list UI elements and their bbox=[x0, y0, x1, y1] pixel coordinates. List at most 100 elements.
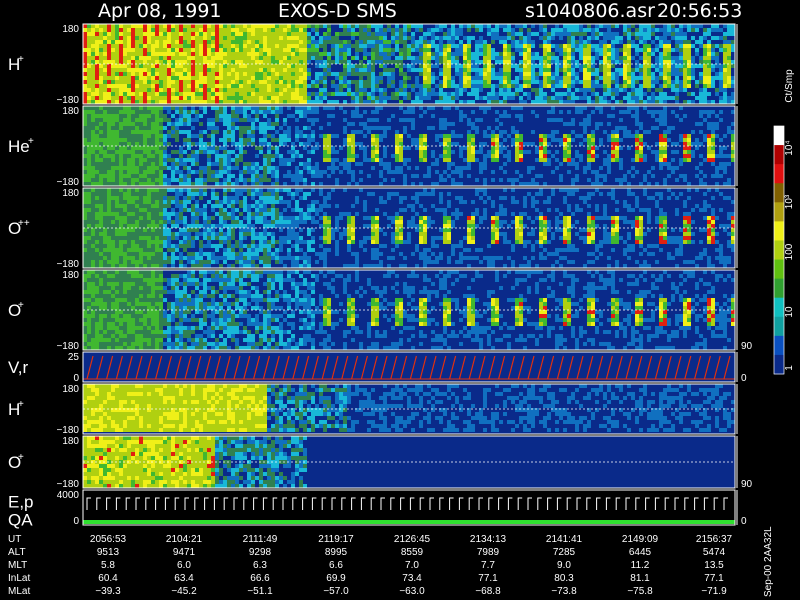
cell bbox=[83, 142, 87, 146]
cell bbox=[635, 92, 639, 96]
cell bbox=[507, 96, 511, 100]
cell bbox=[211, 146, 215, 150]
cell bbox=[255, 178, 259, 182]
cell bbox=[363, 126, 367, 130]
cell bbox=[267, 166, 271, 170]
cell bbox=[435, 138, 439, 142]
cell bbox=[155, 96, 159, 100]
cell bbox=[215, 48, 219, 52]
cell bbox=[471, 52, 475, 56]
cell bbox=[719, 84, 723, 88]
cell bbox=[143, 256, 147, 260]
cell bbox=[623, 88, 627, 92]
cell bbox=[119, 88, 123, 92]
cell bbox=[587, 76, 591, 80]
cell bbox=[119, 174, 123, 178]
cell bbox=[575, 88, 579, 92]
cell bbox=[371, 72, 375, 76]
cell bbox=[299, 80, 303, 84]
cell bbox=[459, 146, 463, 150]
cell bbox=[395, 28, 399, 32]
cell bbox=[475, 40, 479, 44]
cell bbox=[303, 76, 307, 80]
cell bbox=[631, 134, 635, 138]
cell bbox=[599, 48, 603, 52]
cell bbox=[615, 130, 619, 134]
cell bbox=[183, 178, 187, 182]
cell bbox=[639, 138, 643, 142]
cell bbox=[663, 84, 667, 88]
cell bbox=[163, 178, 167, 182]
cell bbox=[331, 146, 335, 150]
cell bbox=[103, 178, 107, 182]
cell bbox=[147, 24, 151, 28]
cell bbox=[263, 60, 267, 64]
cell bbox=[171, 40, 175, 44]
cell bbox=[127, 84, 131, 88]
cell bbox=[411, 118, 415, 122]
cell bbox=[435, 56, 439, 60]
cell bbox=[163, 68, 167, 72]
cell bbox=[559, 76, 563, 80]
cell bbox=[199, 40, 203, 44]
cell bbox=[87, 166, 91, 170]
cell bbox=[635, 64, 639, 68]
cell bbox=[671, 142, 675, 146]
cell bbox=[423, 52, 427, 56]
cell bbox=[483, 178, 487, 182]
cell bbox=[295, 118, 299, 122]
cell bbox=[567, 56, 571, 60]
cell bbox=[199, 182, 203, 186]
cell bbox=[627, 80, 631, 84]
cell bbox=[199, 106, 203, 110]
cell bbox=[159, 44, 163, 48]
cell bbox=[475, 96, 479, 100]
cell bbox=[435, 134, 439, 138]
cell bbox=[107, 130, 111, 134]
cell bbox=[263, 134, 267, 138]
cell bbox=[359, 96, 363, 100]
cell bbox=[467, 80, 471, 84]
cell bbox=[259, 44, 263, 48]
cell bbox=[483, 162, 487, 166]
cell bbox=[447, 122, 451, 126]
cell bbox=[475, 150, 479, 154]
cell bbox=[167, 56, 171, 60]
cell bbox=[543, 40, 547, 44]
cell bbox=[107, 150, 111, 154]
cell bbox=[711, 110, 715, 114]
cell bbox=[243, 126, 247, 130]
cell bbox=[467, 52, 471, 56]
cell bbox=[607, 56, 611, 60]
cell bbox=[191, 40, 195, 44]
cell bbox=[707, 138, 711, 142]
cell bbox=[515, 84, 519, 88]
cell bbox=[115, 240, 119, 244]
cell bbox=[143, 170, 147, 174]
cell bbox=[235, 96, 239, 100]
cell bbox=[139, 72, 143, 76]
cell bbox=[527, 72, 531, 76]
cell bbox=[171, 48, 175, 52]
cell bbox=[275, 154, 279, 158]
cell bbox=[595, 28, 599, 32]
cell bbox=[295, 24, 299, 28]
cell bbox=[275, 40, 279, 44]
cell bbox=[111, 212, 115, 216]
cell bbox=[695, 166, 699, 170]
cell bbox=[151, 166, 155, 170]
cell bbox=[655, 182, 659, 186]
cell bbox=[83, 196, 87, 200]
cell bbox=[199, 88, 203, 92]
cell bbox=[219, 68, 223, 72]
cell bbox=[219, 44, 223, 48]
cell bbox=[643, 80, 647, 84]
cell bbox=[223, 80, 227, 84]
cell bbox=[467, 72, 471, 76]
cell bbox=[163, 96, 167, 100]
cell bbox=[123, 232, 127, 236]
cell bbox=[595, 80, 599, 84]
cell bbox=[595, 76, 599, 80]
cell bbox=[87, 68, 91, 72]
cell bbox=[119, 170, 123, 174]
